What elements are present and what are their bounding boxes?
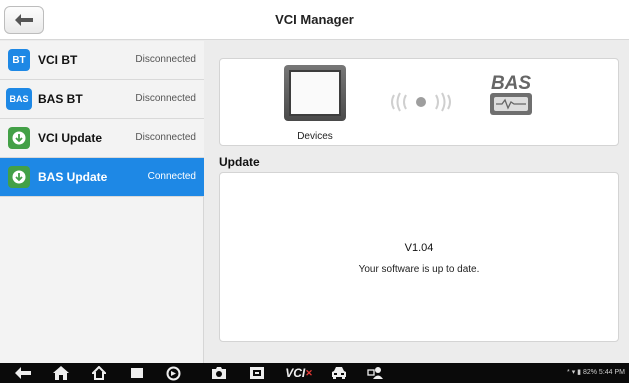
update-status-message: Your software is up to date. bbox=[358, 264, 480, 275]
connection-status: Disconnected bbox=[135, 93, 196, 104]
sidebar-item-label: BAS BT bbox=[38, 92, 83, 106]
bas-badge-icon: BAS bbox=[6, 88, 32, 110]
vci-status-text: VCI bbox=[285, 366, 306, 380]
devices-label: Devices bbox=[297, 131, 333, 142]
connection-status: Disconnected bbox=[135, 54, 196, 65]
tablet-device-icon bbox=[284, 65, 346, 121]
screenshot-icon[interactable] bbox=[248, 365, 266, 381]
download-icon bbox=[8, 127, 30, 149]
home-icon[interactable] bbox=[52, 365, 70, 381]
connection-status: Disconnected bbox=[135, 132, 196, 143]
header-bar: VCI Manager bbox=[0, 0, 629, 40]
camera-icon[interactable] bbox=[210, 365, 228, 381]
car-icon[interactable] bbox=[330, 365, 348, 381]
bas-device-icon: BAS bbox=[490, 73, 532, 115]
sidebar-item-bas-update[interactable]: BAS Update Connected bbox=[0, 158, 204, 197]
bt-badge-icon: BT bbox=[8, 49, 30, 71]
sidebar-item-label: VCI BT bbox=[38, 53, 78, 67]
sidebar-item-vci-update[interactable]: VCI Update Disconnected bbox=[0, 119, 204, 158]
download-icon bbox=[8, 166, 30, 188]
status-bar-text: * ▾ ▮ 82% 5:44 PM bbox=[567, 369, 625, 376]
vci-icon[interactable]: VCI ✕ bbox=[285, 365, 313, 381]
screen: VCI Manager BT VCI BT Disconnected BAS B… bbox=[0, 0, 629, 383]
page-title: VCI Manager bbox=[275, 12, 354, 27]
connection-status: Connected bbox=[147, 171, 196, 182]
sidebar-item-vci-bt[interactable]: BT VCI BT Disconnected bbox=[0, 41, 204, 80]
back-icon[interactable] bbox=[14, 365, 32, 381]
update-section-heading: Update bbox=[219, 155, 260, 169]
update-panel: V1.04 Your software is up to date. bbox=[219, 172, 619, 342]
house-icon[interactable] bbox=[90, 365, 108, 381]
version-text: V1.04 bbox=[404, 242, 434, 254]
sidebar: BT VCI BT Disconnected BAS BAS BT Discon… bbox=[0, 41, 204, 363]
recent-apps-icon[interactable] bbox=[128, 365, 146, 381]
remote-icon[interactable] bbox=[366, 365, 386, 381]
sidebar-item-label: BAS Update bbox=[38, 170, 108, 184]
bas-device-text: BAS bbox=[491, 73, 531, 94]
browser-icon[interactable] bbox=[164, 365, 182, 381]
system-navigation-bar: VCI ✕ * ▾ ▮ 82% 5:44 PM bbox=[0, 363, 629, 383]
sidebar-item-label: VCI Update bbox=[38, 131, 103, 145]
sidebar-item-bas-bt[interactable]: BAS BAS BT Disconnected bbox=[0, 80, 204, 119]
signal-waves-icon bbox=[391, 92, 451, 112]
devices-panel: Devices BAS bbox=[219, 58, 619, 146]
